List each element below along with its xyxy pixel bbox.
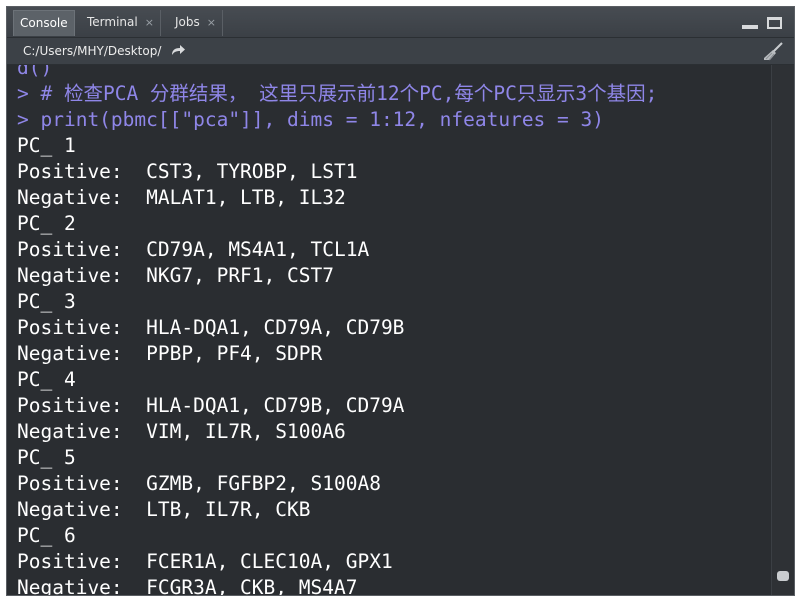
arrow-right-icon[interactable] bbox=[170, 43, 186, 57]
path-bar: C:/Users/MHY/Desktop/ bbox=[7, 38, 794, 65]
console-output-line: PC_ 3 bbox=[17, 290, 76, 313]
console-input-line: > # 检查PCA 分群结果， 这里只展示前12个PC,每个PC只显示3个基因; bbox=[17, 82, 658, 105]
maximize-icon[interactable] bbox=[767, 17, 782, 29]
console-output-line: Negative: VIM, IL7R, S100A6 bbox=[17, 420, 346, 443]
console-output-line: Positive: FCER1A, CLEC10A, GPX1 bbox=[17, 550, 393, 573]
console-output-line: Positive: HLA-DQA1, CD79B, CD79A bbox=[17, 394, 405, 417]
console-output[interactable]: d() > # 检查PCA 分群结果， 这里只展示前12个PC,每个PC只显示3个… bbox=[7, 65, 772, 595]
tab-jobs[interactable]: Jobs × bbox=[169, 10, 223, 36]
tab-bar: Console Terminal × Jobs × bbox=[7, 7, 794, 38]
minimize-icon[interactable] bbox=[742, 17, 758, 29]
console-output-line: PC_ 2 bbox=[17, 212, 76, 235]
console-output-line: PC_ 6 bbox=[17, 524, 76, 547]
console-output-line: Negative: LTB, IL7R, CKB bbox=[17, 498, 311, 521]
scrollbar[interactable] bbox=[771, 65, 794, 595]
console-lines: d() > # 检查PCA 分群结果， 这里只展示前12个PC,每个PC只显示3个… bbox=[17, 65, 657, 595]
console-output-line: Positive: GZMB, FGFBP2, S100A8 bbox=[17, 472, 381, 495]
scrollbar-thumb[interactable] bbox=[777, 571, 789, 581]
broom-icon[interactable] bbox=[762, 41, 784, 61]
console-output-line: Negative: PPBP, PF4, SDPR bbox=[17, 342, 323, 365]
console-output-line: PC_ 4 bbox=[17, 368, 76, 391]
tab-jobs-label: Jobs bbox=[175, 15, 200, 29]
console-output-line: Positive: HLA-DQA1, CD79A, CD79B bbox=[17, 316, 405, 339]
console-output-line: Negative: NKG7, PRF1, CST7 bbox=[17, 264, 334, 287]
close-icon[interactable]: × bbox=[207, 16, 216, 29]
console-output-line: Positive: CST3, TYROBP, LST1 bbox=[17, 160, 358, 183]
console-pane: Console Terminal × Jobs × C:/Users/MHY/Des… bbox=[6, 6, 795, 596]
tab-console-label: Console bbox=[20, 16, 68, 30]
close-icon[interactable]: × bbox=[145, 16, 154, 29]
working-directory: C:/Users/MHY/Desktop/ bbox=[23, 44, 162, 58]
console-input-line: d() bbox=[17, 65, 53, 79]
console-output-line: Negative: FCGR3A, CKB, MS4A7 bbox=[17, 576, 358, 595]
tab-console[interactable]: Console bbox=[13, 10, 75, 36]
console-output-line: Positive: CD79A, MS4A1, TCL1A bbox=[17, 238, 370, 261]
console-input-line: > print(pbmc[["pca"]], dims = 1:12, nfea… bbox=[17, 108, 604, 131]
console-output-line: PC_ 5 bbox=[17, 446, 76, 469]
tab-terminal[interactable]: Terminal × bbox=[81, 10, 161, 36]
console-output-line: PC_ 1 bbox=[17, 134, 76, 157]
tab-terminal-label: Terminal bbox=[87, 15, 138, 29]
console-output-line: Negative: MALAT1, LTB, IL32 bbox=[17, 186, 346, 209]
